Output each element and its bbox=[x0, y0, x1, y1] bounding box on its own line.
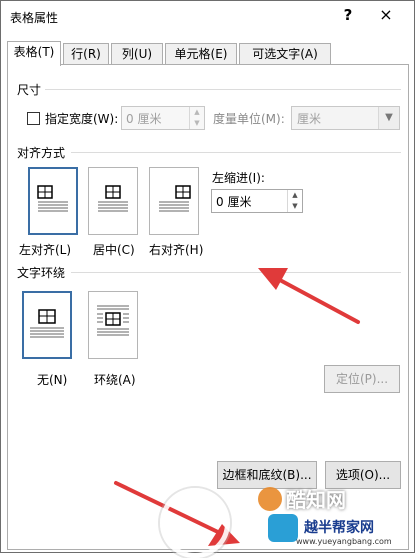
watermark-brand-text: 越半帮家网 bbox=[304, 520, 374, 536]
annotation-arrows bbox=[114, 268, 360, 546]
tab-table[interactable]: 表格(T) bbox=[7, 41, 61, 66]
watermark-ring-logo bbox=[160, 488, 230, 558]
watermark-site-text: www.yueyangbang.com bbox=[296, 537, 392, 546]
arrow-annotation-top bbox=[258, 268, 360, 324]
watermark-logo-text: 酷知网 bbox=[286, 488, 346, 512]
watermark-badge-icon bbox=[258, 487, 282, 511]
watermark-house-icon bbox=[268, 514, 298, 542]
